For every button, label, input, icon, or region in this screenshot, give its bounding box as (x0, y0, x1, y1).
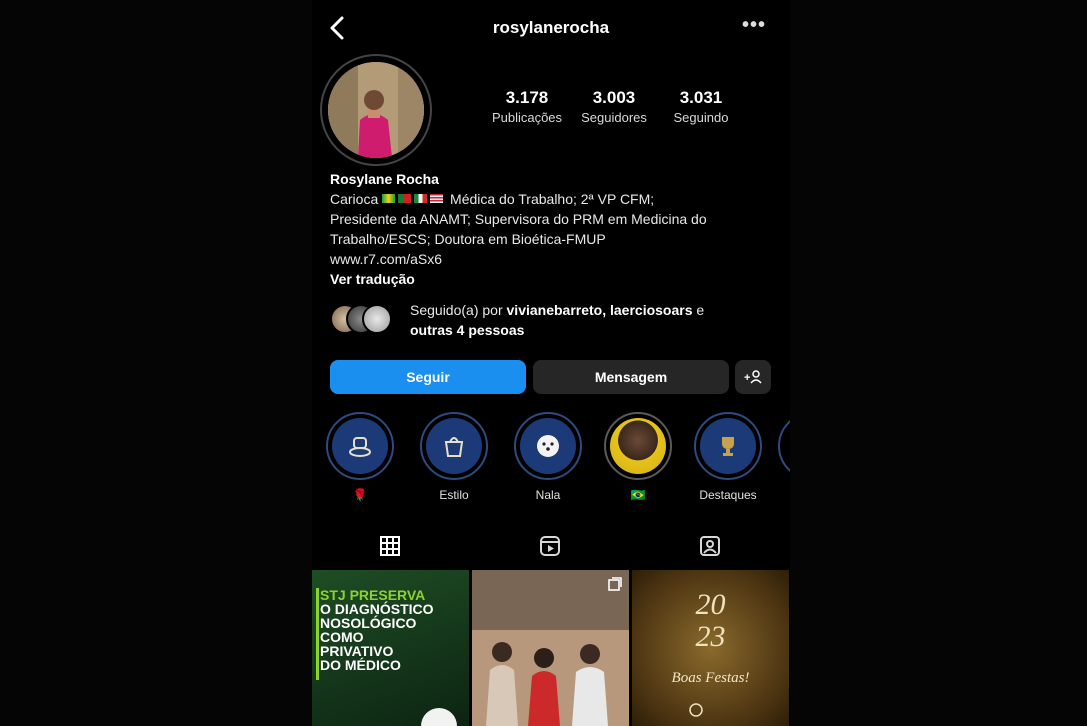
post-1-line-4: COMO PRIVATIVO (320, 629, 394, 659)
italy-flag-icon (414, 194, 428, 203)
profile-avatar[interactable] (320, 54, 432, 166)
post-1-accent-bar (316, 588, 319, 680)
posts-grid: STJ PRESERVA O DIAGNÓSTICO NOSOLÓGICO CO… (312, 570, 790, 726)
post-tile-1[interactable]: STJ PRESERVA O DIAGNÓSTICO NOSOLÓGICO CO… (312, 570, 469, 726)
stat-posts[interactable]: 3.178 Publicações (484, 88, 570, 125)
post-1-line-2: O DIAGNÓSTICO (320, 601, 434, 617)
highlight-ring-6 (778, 412, 790, 480)
followed-by-text: Seguido(a) por vivianebarreto, laercioso… (410, 300, 780, 340)
see-translation-link[interactable]: Ver tradução (330, 269, 780, 289)
stat-following[interactable]: 3.031 Seguindo (658, 88, 744, 125)
post-3-year-top: 20 (695, 588, 726, 621)
profile-username: rosylanerocha (492, 18, 610, 37)
top-bar: rosylanerocha ••• (312, 0, 790, 56)
highlight-3[interactable]: Nala (508, 412, 588, 504)
bag-icon (426, 418, 482, 474)
highlight-label-2: Estilo (439, 488, 469, 502)
post-1-headline: STJ PRESERVA O DIAGNÓSTICO NOSOLÓGICO CO… (316, 587, 440, 680)
highlight-4[interactable]: 🇧🇷 (598, 412, 678, 504)
stat-following-label: Seguindo (673, 110, 729, 125)
follow-button[interactable]: Seguir (330, 360, 526, 394)
followed-names: vivianebarreto, laerciosoars (506, 302, 693, 318)
more-options-icon[interactable]: ••• (742, 14, 766, 37)
post-tile-2[interactable] (472, 570, 629, 726)
profile-tabs (312, 530, 790, 566)
highlight-label-1: 🌹 (352, 488, 368, 502)
post-tile-3[interactable]: 20 23 Boas Festas! (632, 570, 789, 726)
followed-by[interactable]: Seguido(a) por vivianebarreto, laercioso… (330, 300, 780, 342)
dinner-icon (332, 418, 388, 474)
bio-link[interactable]: www.r7.com/aSx6 (330, 249, 780, 269)
dog-icon (520, 418, 576, 474)
svg-text:+: + (744, 372, 750, 384)
post-3-logo-icon (689, 703, 703, 717)
story-highlights: 🌹 Estilo Nala 🇧🇷 Destaques (312, 412, 790, 512)
trophy-icon (700, 418, 756, 474)
usa-flag-icon (430, 194, 444, 203)
post-1-corner-logo (421, 708, 457, 726)
profile-screen: rosylanerocha ••• 3.178 Publicações 3.00… (312, 0, 790, 726)
grid-icon[interactable] (378, 534, 402, 558)
suggested-users-button[interactable]: + (735, 360, 771, 394)
highlight-label-3: Nala (535, 488, 561, 502)
post-3-year-bottom: 23 (695, 620, 726, 653)
mutual-avatar-3 (362, 304, 392, 334)
post-1-line-5: DO MÉDICO (320, 657, 401, 673)
stat-posts-value: 3.178 (505, 88, 549, 107)
highlight-label-4: 🇧🇷 (630, 488, 646, 502)
reels-icon[interactable] (538, 534, 562, 558)
bio-line-1: Carioca Médica do Trabalho; 2ª VP CFM; (330, 189, 780, 209)
avatar-photo (328, 62, 424, 158)
highlight-ring-3 (514, 412, 582, 480)
mutual-avatars (330, 304, 410, 336)
bio-line-3: Trabalho/ESCS; Doutora em Bioética-FMUP (330, 231, 606, 247)
stat-following-value: 3.031 (679, 88, 723, 107)
followed-others: outras 4 pessoas (410, 322, 525, 338)
post-3-greeting: Boas Festas! (671, 670, 750, 686)
add-person-icon: + (744, 370, 762, 384)
flag-icons (382, 191, 450, 207)
portugal-flag-icon (398, 194, 412, 203)
bio-role: Médica do Trabalho; 2ª VP CFM; (450, 191, 655, 207)
profile-stats: 3.178 Publicações 3.003 Seguidores 3.031… (484, 88, 744, 125)
followed-joiner: e (692, 302, 705, 318)
highlight-1[interactable]: 🌹 (320, 412, 400, 504)
highlight-6-partial[interactable] (778, 412, 790, 480)
highlight-5[interactable]: Destaques (688, 412, 768, 504)
followed-prefix: Seguido(a) por (410, 302, 507, 318)
profile-bio: Rosylane Rocha Carioca Médica do Trabalh… (330, 169, 780, 289)
post-2-photo (472, 570, 629, 726)
tagged-icon[interactable] (698, 534, 722, 558)
stat-posts-label: Publicações (491, 110, 563, 125)
post-1-line-1: STJ PRESERVA (320, 587, 426, 603)
highlight-label-5: Destaques (699, 488, 757, 502)
post-1-line-3: NOSOLÓGICO (320, 615, 417, 631)
profile-actions: Seguir Mensagem + (330, 360, 774, 394)
bio-city: Carioca (330, 191, 379, 207)
brazil-flag-icon (382, 194, 396, 203)
highlight-ring-2 (420, 412, 488, 480)
highlight-ring-5 (694, 412, 762, 480)
profile-display-name: Rosylane Rocha (330, 171, 439, 187)
highlight-ring-1 (326, 412, 394, 480)
highlight-ring-4 (604, 412, 672, 480)
carousel-icon (608, 577, 622, 591)
stat-followers[interactable]: 3.003 Seguidores (571, 88, 657, 125)
highlight-2[interactable]: Estilo (414, 412, 494, 504)
bio-line-2: Presidente da ANAMT; Supervisora do PRM … (330, 211, 707, 227)
stat-followers-value: 3.003 (592, 88, 636, 107)
message-button[interactable]: Mensagem (533, 360, 729, 394)
stat-followers-label: Seguidores (581, 110, 647, 125)
selfie-photo (610, 418, 666, 474)
